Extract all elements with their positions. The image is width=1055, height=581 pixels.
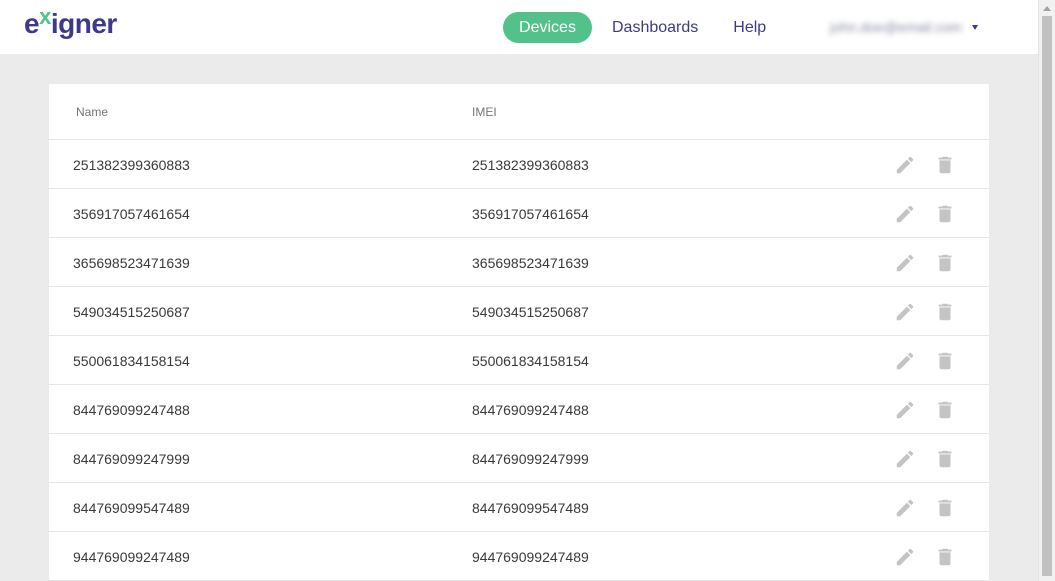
device-name-cell: 944769099247489	[73, 549, 190, 565]
device-name-cell: 549034515250687	[73, 304, 190, 320]
delete-button[interactable]	[934, 497, 956, 519]
pencil-icon	[896, 450, 914, 468]
edit-button[interactable]	[894, 301, 916, 323]
trash-icon	[938, 303, 952, 321]
device-imei-cell: 365698523471639	[472, 255, 589, 271]
device-imei-cell: 844769099247999	[472, 451, 589, 467]
scroll-thumb[interactable]	[1042, 16, 1052, 576]
edit-button[interactable]	[894, 203, 916, 225]
device-imei-cell: 549034515250687	[472, 304, 589, 320]
table-row[interactable]: 844769099547489 844769099547489	[49, 483, 989, 532]
device-imei-cell: 844769099247488	[472, 402, 589, 418]
devices-table: Name IMEI 251382399360883 25138239936088…	[49, 84, 989, 581]
logo-prefix: e	[24, 8, 40, 39]
trash-icon	[938, 156, 952, 174]
nav-devices[interactable]: Devices	[503, 12, 592, 43]
user-menu[interactable]: john.doe@email.com	[830, 17, 978, 37]
exigner-logo[interactable]: exigner	[24, 4, 117, 42]
edit-button[interactable]	[894, 448, 916, 470]
pencil-icon	[896, 303, 914, 321]
user-email: john.doe@email.com	[830, 19, 962, 35]
nav-dashboards[interactable]: Dashboards	[612, 12, 698, 43]
device-imei-cell: 356917057461654	[472, 206, 589, 222]
delete-button[interactable]	[934, 399, 956, 421]
main-nav: Devices Dashboards Help	[503, 12, 766, 43]
trash-icon	[938, 205, 952, 223]
pencil-icon	[896, 254, 914, 272]
trash-icon	[938, 548, 952, 566]
delete-button[interactable]	[934, 350, 956, 372]
edit-button[interactable]	[894, 497, 916, 519]
device-name-cell: 844769099247999	[73, 451, 190, 467]
table-row[interactable]: 844769099247999 844769099247999	[49, 434, 989, 483]
delete-button[interactable]	[934, 448, 956, 470]
logo-suffix: igner	[50, 8, 117, 39]
column-header-imei[interactable]: IMEI	[472, 105, 497, 119]
device-imei-cell: 550061834158154	[472, 353, 589, 369]
delete-button[interactable]	[934, 301, 956, 323]
pencil-icon	[896, 156, 914, 174]
device-imei-cell: 844769099547489	[472, 500, 589, 516]
device-name-cell: 356917057461654	[73, 206, 190, 222]
pencil-icon	[896, 548, 914, 566]
logo-x: x	[39, 4, 51, 29]
device-name-cell: 844769099547489	[73, 500, 190, 516]
trash-icon	[938, 254, 952, 272]
delete-button[interactable]	[934, 546, 956, 568]
table-row[interactable]: 844769099247488 844769099247488	[49, 385, 989, 434]
trash-icon	[938, 352, 952, 370]
caret-down-icon	[971, 24, 978, 30]
pencil-icon	[896, 401, 914, 419]
edit-button[interactable]	[894, 399, 916, 421]
scroll-up-arrow-icon[interactable]	[1043, 6, 1051, 11]
table-row[interactable]: 550061834158154 550061834158154	[49, 336, 989, 385]
trash-icon	[938, 499, 952, 517]
table-row[interactable]: 251382399360883 251382399360883	[49, 140, 989, 189]
edit-button[interactable]	[894, 252, 916, 274]
pencil-icon	[896, 499, 914, 517]
table-row[interactable]: 365698523471639 365698523471639	[49, 238, 989, 287]
device-name-cell: 844769099247488	[73, 402, 190, 418]
table-row[interactable]: 944769099247489 944769099247489	[49, 532, 989, 581]
delete-button[interactable]	[934, 203, 956, 225]
delete-button[interactable]	[934, 154, 956, 176]
table-row[interactable]: 549034515250687 549034515250687	[49, 287, 989, 336]
vertical-scrollbar[interactable]	[1038, 0, 1055, 581]
pencil-icon	[896, 352, 914, 370]
nav-help[interactable]: Help	[733, 12, 766, 43]
device-name-cell: 251382399360883	[73, 157, 190, 173]
app-window: exigner Devices Dashboards Help john.doe…	[0, 0, 1055, 581]
top-header: exigner Devices Dashboards Help john.doe…	[0, 0, 1038, 54]
table-row[interactable]: 356917057461654 356917057461654	[49, 189, 989, 238]
edit-button[interactable]	[894, 154, 916, 176]
delete-button[interactable]	[934, 252, 956, 274]
column-header-name[interactable]: Name	[76, 105, 108, 119]
edit-button[interactable]	[894, 350, 916, 372]
device-name-cell: 550061834158154	[73, 353, 190, 369]
trash-icon	[938, 401, 952, 419]
device-name-cell: 365698523471639	[73, 255, 190, 271]
device-imei-cell: 944769099247489	[472, 549, 589, 565]
device-imei-cell: 251382399360883	[472, 157, 589, 173]
pencil-icon	[896, 205, 914, 223]
trash-icon	[938, 450, 952, 468]
edit-button[interactable]	[894, 546, 916, 568]
table-body: 251382399360883 251382399360883 35691705…	[49, 140, 989, 581]
table-header: Name IMEI	[49, 84, 989, 140]
